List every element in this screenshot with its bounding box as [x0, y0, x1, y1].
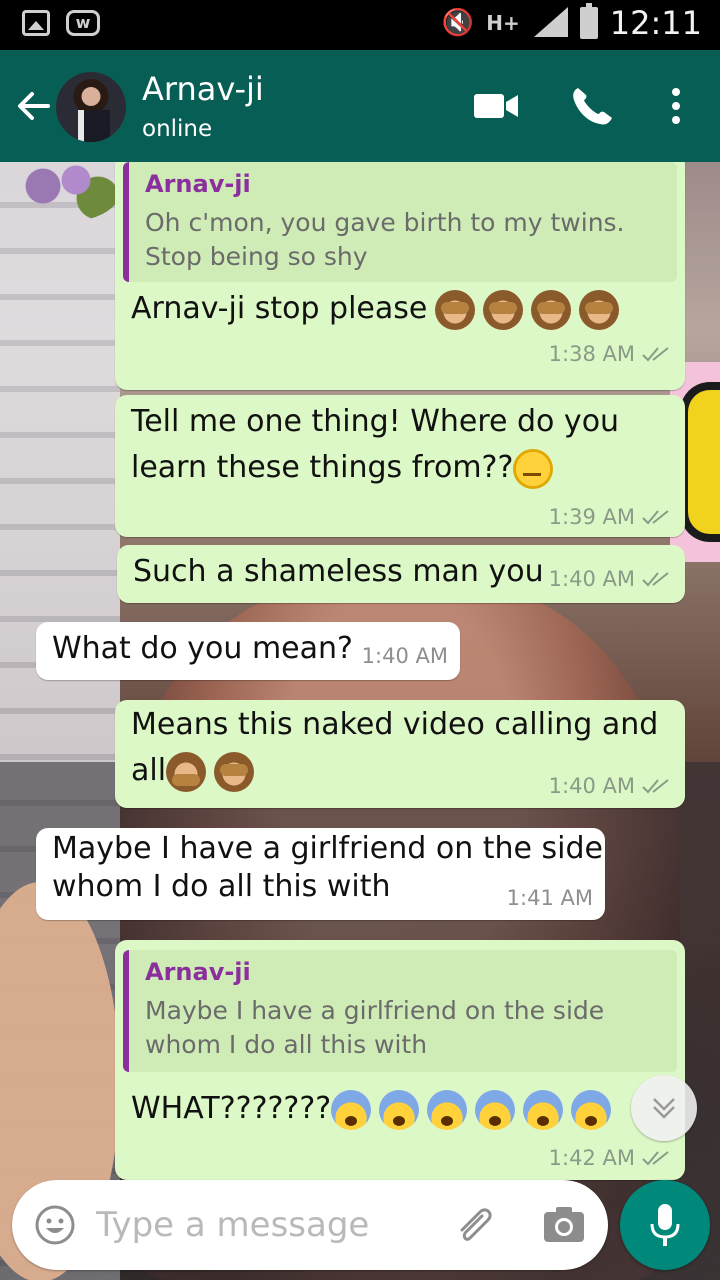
video-call-icon[interactable] [472, 84, 520, 128]
status-bar-system: 🔇 H+ 12:11 [441, 3, 702, 42]
paperclip-icon[interactable] [452, 1202, 498, 1248]
status-time: 12:11 [609, 4, 702, 42]
status-bar: w 🔇 H+ 12:11 [0, 0, 720, 50]
quoted-author: Arnav-ji [145, 958, 251, 986]
contact-avatar[interactable] [56, 72, 126, 142]
message-meta: 1:40 AM [549, 774, 671, 798]
message-meta: 1:40 AM [549, 567, 671, 591]
see-no-evil-monkey-icon [214, 751, 255, 792]
message-bubble-incoming[interactable]: What do you mean? 1:40 AM [36, 622, 460, 680]
quoted-message[interactable]: Arnav-ji Maybe I have a girlfriend on th… [123, 950, 677, 1072]
message-time: 1:39 AM [548, 505, 635, 529]
camera-icon[interactable] [542, 1204, 586, 1244]
quoted-author: Arnav-ji [145, 170, 251, 198]
message-time: 1:40 AM [548, 567, 635, 591]
message-input[interactable] [96, 1198, 436, 1252]
microphone-icon [650, 1204, 680, 1246]
message-time: 1:40 AM [548, 774, 635, 798]
fearful-face-icon [427, 1089, 468, 1130]
double-check-icon [642, 510, 669, 525]
chat-area[interactable]: Arnav-ji Oh c'mon, you gave birth to my … [0, 162, 720, 1280]
contact-status: online [142, 116, 213, 142]
signal-icon [532, 7, 568, 39]
battery-icon [579, 3, 598, 39]
message-time: 1:41 AM [506, 886, 593, 910]
message-bubble-outgoing[interactable]: Means this naked video calling and all 1… [115, 700, 685, 808]
message-bubble-outgoing[interactable]: Arnav-ji Oh c'mon, you gave birth to my … [115, 162, 685, 390]
message-text-row: Tell me one thing! Where do you learn th… [131, 399, 619, 491]
double-check-icon [642, 779, 669, 794]
message-meta: 1:39 AM [549, 505, 671, 529]
wallpaper-cartoon [680, 382, 720, 542]
more-options-icon[interactable] [654, 84, 702, 128]
message-text-line: Maybe I have a girlfriend on the side [52, 831, 603, 866]
scroll-to-bottom-button[interactable] [631, 1075, 697, 1141]
message-meta: 1:38 AM [549, 342, 671, 366]
quoted-text: Maybe I have a girlfriend on the side wh… [145, 996, 605, 1059]
chat-header: Arnav-ji online [0, 50, 720, 162]
quoted-message[interactable]: Arnav-ji Oh c'mon, you gave birth to my … [123, 162, 677, 282]
see-no-evil-monkey-icon [483, 289, 524, 330]
chevron-double-down-icon [653, 1098, 675, 1119]
gallery-notification-icon [22, 10, 50, 36]
double-check-icon [642, 572, 669, 587]
emoji-icon[interactable] [34, 1204, 76, 1246]
message-meta: 1:42 AM [549, 1146, 671, 1170]
message-text-line: all [131, 753, 167, 788]
message-text-row: Arnav-ji stop please [131, 286, 620, 332]
see-no-evil-monkey-icon [531, 289, 572, 330]
double-check-icon [642, 347, 669, 362]
network-type: H+ [486, 11, 520, 35]
fearful-face-icon [523, 1089, 564, 1130]
back-arrow-icon[interactable] [14, 86, 54, 126]
message-text: WHAT??????? [131, 1091, 332, 1126]
voice-call-icon[interactable] [568, 84, 616, 128]
message-composer [12, 1180, 608, 1270]
message-time: 1:38 AM [548, 342, 635, 366]
fearful-face-icon [331, 1089, 372, 1130]
microphone-button[interactable] [620, 1180, 710, 1270]
message-time: 1:42 AM [548, 1146, 635, 1170]
message-text-line: Tell me one thing! Where do you [131, 404, 620, 439]
fearful-face-icon [379, 1089, 420, 1130]
fearful-face-icon [571, 1089, 612, 1130]
message-text: What do you mean? [52, 631, 353, 666]
quoted-text: Oh c'mon, you gave birth to my twins. St… [145, 208, 625, 271]
double-check-icon [642, 1151, 669, 1166]
wallpaper-flowers [10, 162, 120, 222]
mute-icon: 🔇 [441, 8, 475, 38]
message-meta: 1:40 AM [362, 644, 448, 668]
message-text: Such a shameless man you [133, 554, 544, 589]
status-bar-notifications: w [22, 10, 100, 36]
message-bubble-outgoing[interactable]: Such a shameless man you 1:40 AM [117, 545, 685, 603]
w-app-notification-icon: w [66, 10, 100, 36]
message-bubble-incoming[interactable]: Maybe I have a girlfriend on the side wh… [36, 828, 605, 920]
message-bubble-outgoing[interactable]: Arnav-ji Maybe I have a girlfriend on th… [115, 940, 685, 1180]
message-time: 1:40 AM [361, 644, 448, 668]
face-with-raised-eyebrow-icon [513, 448, 554, 489]
message-text-line: Means this naked video calling and [131, 707, 659, 742]
contact-name[interactable]: Arnav-ji [142, 70, 264, 108]
fearful-face-icon [475, 1089, 516, 1130]
see-no-evil-monkey-icon [579, 289, 620, 330]
message-text-row: WHAT??????? [131, 1086, 612, 1132]
see-no-evil-monkey-icon [435, 289, 476, 330]
message-meta: 1:41 AM [507, 886, 593, 910]
message-text: Arnav-ji stop please [131, 291, 428, 326]
message-bubble-outgoing[interactable]: Tell me one thing! Where do you learn th… [115, 395, 685, 537]
speak-no-evil-monkey-icon [166, 751, 207, 792]
message-text-line: learn these things from?? [131, 450, 514, 485]
